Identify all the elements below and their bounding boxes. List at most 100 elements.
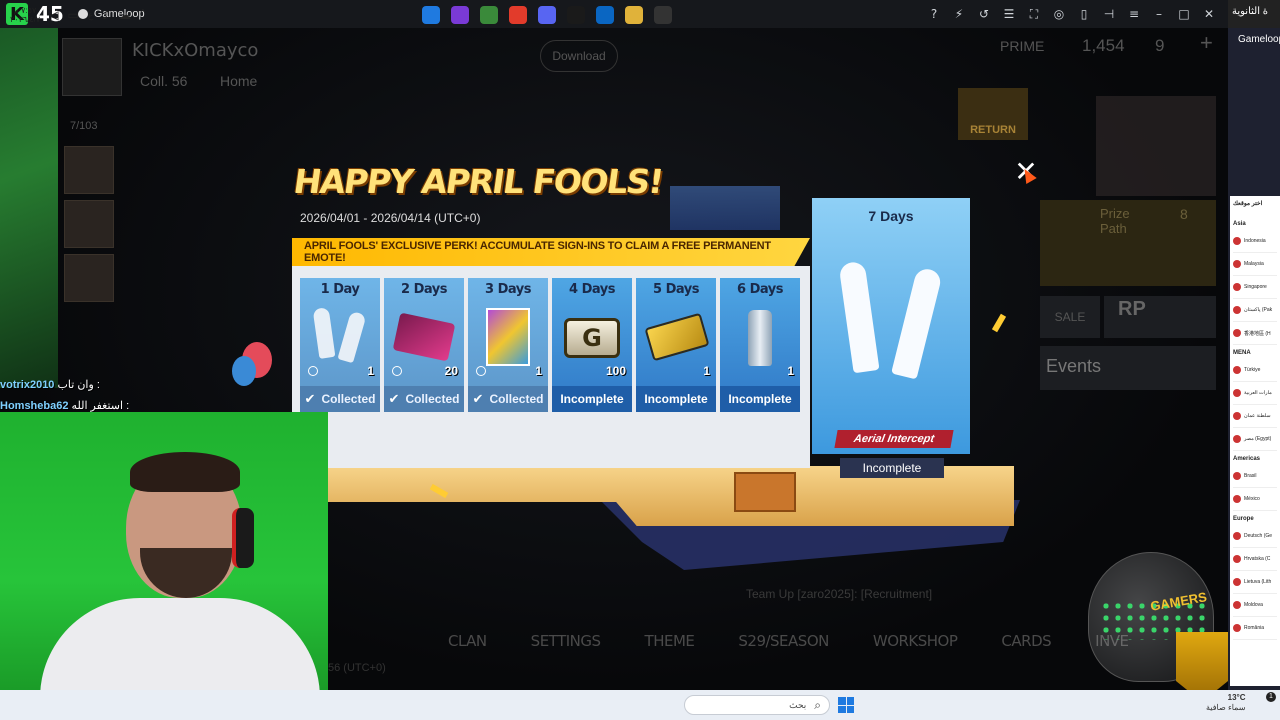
friend-thumb[interactable] — [64, 146, 114, 194]
region-group-title: Asia — [1233, 221, 1246, 227]
reward-status-text: Incomplete — [644, 392, 708, 406]
region-item[interactable]: سلطنة عمان — [1233, 405, 1277, 428]
bottom-tab[interactable]: SETTINGS — [531, 632, 601, 650]
region-item[interactable]: México — [1233, 488, 1277, 511]
taskbar-app-icon[interactable] — [567, 6, 585, 24]
reward-quantity: 1 — [703, 364, 710, 378]
region-item[interactable]: Moldova — [1233, 594, 1277, 617]
chevron-up-icon[interactable]: ˄ — [140, 8, 146, 22]
day-reward-card[interactable]: 3 Days 1 ✔ Collected — [468, 278, 548, 412]
rp-button[interactable]: RP — [1104, 296, 1216, 338]
taskbar-apps — [422, 0, 672, 30]
reward-status: ✔ Collected — [468, 386, 548, 412]
region-name: México — [1244, 496, 1260, 502]
region-item[interactable]: پاکستان (Pak — [1233, 299, 1277, 322]
region-item[interactable]: Singapore — [1233, 276, 1277, 299]
uc-balance: 9 — [1155, 36, 1165, 55]
character-art — [1096, 96, 1216, 196]
taskbar-app-icon[interactable] — [509, 6, 527, 24]
bottom-tab[interactable]: S29/SEASON — [738, 632, 829, 650]
chat-message: Homsheba62 استغفر الله : — [0, 399, 129, 412]
bottom-tab[interactable]: WORKSHOP — [873, 632, 958, 650]
gamepad-icon[interactable]: ◎ — [1052, 7, 1066, 21]
region-item[interactable]: Türkiye — [1233, 359, 1277, 382]
taskbar-search[interactable]: بحث ⌕ — [684, 695, 830, 715]
bottom-tab[interactable]: THEME — [645, 632, 695, 650]
region-item[interactable]: مصر (Egypt) — [1233, 428, 1277, 451]
friend-thumb[interactable] — [64, 200, 114, 248]
sale-button[interactable]: SALE — [1040, 296, 1100, 338]
prize-path-button[interactable]: Prize Path — [1040, 200, 1216, 286]
help-icon[interactable]: ? — [927, 7, 941, 21]
bolt-icon[interactable]: ⚡ — [952, 7, 966, 21]
clock-time: ٧:٥٧ م — [13, 6, 37, 15]
taskbar-clock[interactable]: ٧:٥٧ م ٢٠٢٦/٤/٧ — [10, 6, 40, 24]
player-name: KICKxOmayco — [132, 40, 259, 61]
taskbar-app-icon[interactable] — [451, 6, 469, 24]
events-button[interactable]: Events — [1040, 346, 1216, 390]
region-name: Moldova — [1244, 602, 1263, 608]
bottom-tab[interactable]: CLAN — [448, 632, 487, 650]
fullscreen-icon[interactable]: ⛶ — [1027, 7, 1041, 22]
minimize-icon[interactable]: – — [1152, 7, 1166, 21]
day-reward-card[interactable]: 2 Days 20 ✔ Collected — [384, 278, 464, 412]
download-button[interactable]: Download — [540, 40, 618, 72]
gameloop-link[interactable]: Gameloop — [1228, 28, 1280, 51]
weather-widget[interactable]: 13°C سماء صافية — [1206, 693, 1246, 713]
maximize-icon[interactable]: □ — [1177, 7, 1191, 21]
prime-badge[interactable]: PRIME — [1000, 38, 1044, 54]
day-reward-card[interactable]: 5 Days 1 Incomplete — [636, 278, 716, 412]
taskbar-app-icon[interactable] — [480, 6, 498, 24]
taskbar-app-icon[interactable] — [654, 6, 672, 24]
friends-count: 7/103 — [70, 120, 98, 132]
return-event-button[interactable]: RETURN — [958, 88, 1028, 140]
taskbar-app-icon[interactable] — [625, 6, 643, 24]
region-item[interactable]: Deutsch (Ge — [1233, 525, 1277, 548]
region-item[interactable]: Hrvatska (C — [1233, 548, 1277, 571]
region-item[interactable]: Malaysia — [1233, 253, 1277, 276]
grand-reward-card[interactable]: 7 Days — [812, 198, 970, 454]
close-icon[interactable]: ✕ — [1202, 7, 1216, 21]
friend-thumb[interactable] — [64, 254, 114, 302]
microphone-icon[interactable]: ♪ — [102, 8, 110, 22]
language-indicator[interactable]: ع — [88, 10, 93, 21]
avatar[interactable] — [62, 38, 122, 96]
home-button[interactable]: Home — [220, 73, 257, 89]
region-name: Hrvatska (C — [1244, 556, 1271, 562]
region-item[interactable]: Brasil — [1233, 465, 1277, 488]
region-item[interactable]: România — [1233, 617, 1277, 640]
undo-icon[interactable]: ↺ — [977, 7, 991, 21]
region-item[interactable]: 香港地區 (H — [1233, 322, 1277, 345]
display-icon[interactable]: ▭ — [67, 8, 78, 22]
menu-icon[interactable]: ≡ — [1127, 7, 1141, 21]
day-reward-card[interactable]: 1 Day 1 ✔ Collected — [300, 278, 380, 412]
region-group-title: Americas — [1233, 456, 1261, 462]
day-reward-card[interactable]: 4 Days G 100 Incomplete — [552, 278, 632, 412]
windows-start-icon[interactable] — [838, 697, 854, 713]
region-item[interactable]: Indonesia — [1233, 230, 1277, 253]
add-currency-button[interactable]: + — [1200, 30, 1213, 56]
region-name: Brasil — [1244, 473, 1257, 479]
region-item[interactable]: مارات العربية — [1233, 382, 1277, 405]
pin-icon[interactable]: ⊣ — [1102, 7, 1116, 21]
speaker-icon[interactable]: ◁ — [49, 8, 58, 22]
weather-desc: سماء صافية — [1206, 703, 1246, 712]
day-reward-card[interactable]: 6 Days 1 Incomplete — [720, 278, 800, 412]
bottom-tab[interactable]: CARDS — [1001, 632, 1051, 650]
browser-tab[interactable]: ة الثانوية — [1228, 0, 1280, 28]
cloud-icon[interactable]: ☁ — [119, 8, 131, 22]
sidebar-icon[interactable]: ▯ — [1077, 7, 1091, 21]
checkmark-icon: ✔ — [472, 391, 484, 407]
list-icon[interactable]: ☰ — [1002, 7, 1016, 21]
notification-badge[interactable]: 1 — [1266, 692, 1276, 702]
taskbar-app-icon[interactable] — [422, 6, 440, 24]
taskbar-app-icon[interactable] — [596, 6, 614, 24]
clock-icon — [392, 366, 402, 376]
gold-ticket-item-icon — [644, 312, 710, 362]
prize-path-count: 8 — [1180, 206, 1188, 222]
region-item[interactable]: Lietuva (Lith — [1233, 571, 1277, 594]
spray-item-icon — [748, 310, 772, 366]
taskbar-app-icon[interactable] — [538, 6, 556, 24]
reward-quantity: 20 — [444, 364, 458, 378]
grand-reward-status: Incomplete — [840, 458, 944, 478]
